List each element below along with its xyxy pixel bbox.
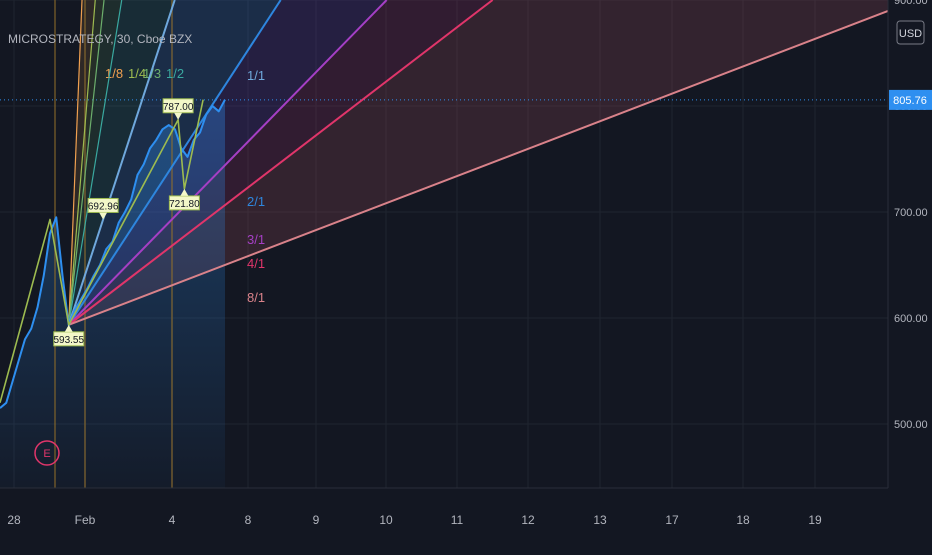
y-tick-label: 500.00 [894,419,928,431]
price-axis-panel[interactable] [888,0,932,488]
fan-line-label: 4/1 [247,256,265,271]
x-tick-label: 4 [169,513,176,527]
x-tick-label: 28 [7,513,21,527]
x-tick-label: 17 [665,513,679,527]
price-callout-text: 692.96 [88,201,119,212]
price-callout-text: 721.80 [169,199,200,210]
currency-button[interactable]: USD [896,20,925,45]
fan-line-label: 3/1 [247,232,265,247]
x-tick-label: 11 [451,513,464,527]
price-callout-text: 593.55 [53,335,84,346]
fan-line-label: 8/1 [247,290,265,305]
fan-line-label: 1/2 [166,66,184,81]
x-tick-label: 13 [593,513,607,527]
fan-line-label: 1/8 [105,66,123,81]
current-price-badge-text: 805.76 [893,95,927,107]
time-axis-panel[interactable] [0,488,932,550]
x-tick-label: 10 [379,513,393,527]
chart-svg: 1/8 1/41/3 1/2 1/12/13/14/18/1 692.96593.55… [0,0,932,550]
y-tick-label: 900.00 [894,0,928,7]
fan-line-label: 2/1 [247,194,265,209]
chart-container: 1/8 1/4 1/3 1/2 1/1 2/1 3/1 4/1 8/1 692.96 593.55… [0,0,932,550]
fan-line-label: 1/1 [247,68,265,83]
x-tick-label: 8 [245,513,252,527]
x-tick-label: 18 [736,513,750,527]
price-callout-text: 787.00 [163,102,194,113]
current-price-badge[interactable]: 805.76 [889,89,932,110]
x-tick-label: 12 [521,513,535,527]
x-tick-label: 19 [808,513,822,527]
x-tick-label: 9 [313,513,320,527]
currency-button-label: USD [899,28,922,40]
symbol-title: MICROSTRATEGY, 30, Cboe BZX [8,32,192,46]
x-tick-label: Feb [75,513,96,527]
earnings-marker-label: E [43,448,50,460]
y-tick-label: 700.00 [894,207,928,219]
y-tick-label: 600.00 [894,313,928,325]
